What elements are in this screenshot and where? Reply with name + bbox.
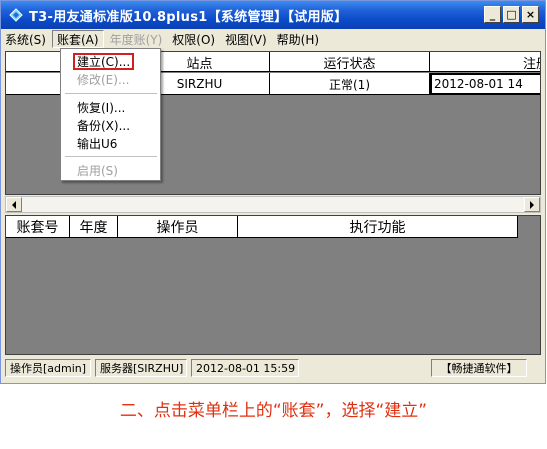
main-window: T3-用友通标准版10.8plus1【系统管理】【试用版】 _ □ × 系统(S… <box>0 0 546 384</box>
column-header-account-no[interactable]: 账套号 <box>6 216 70 238</box>
title-bar[interactable]: T3-用友通标准版10.8plus1【系统管理】【试用版】 _ □ × <box>1 1 545 29</box>
menu-separator <box>65 156 157 157</box>
maximize-button[interactable]: □ <box>503 6 520 23</box>
column-header-year[interactable]: 年度 <box>70 216 118 238</box>
menu-help[interactable]: 帮助(H) <box>273 30 323 48</box>
horizontal-scrollbar[interactable] <box>5 196 541 213</box>
status-operator: 操作员[admin] <box>5 359 91 377</box>
status-server: 服务器[SIRZHU] <box>95 359 187 377</box>
instruction-caption: 二、点击菜单栏上的“账套”，选择“建立” <box>119 401 428 421</box>
column-header-status[interactable]: 运行状态 <box>270 52 430 72</box>
menu-bar: 系统(S) 账套(A) 年度账(Y) 权限(O) 视图(V) 帮助(H) <box>1 29 545 49</box>
scroll-right-arrow-icon[interactable] <box>524 197 540 212</box>
menu-item-restore[interactable]: 恢复(I)... <box>77 99 125 116</box>
scroll-left-arrow-icon[interactable] <box>6 197 22 212</box>
window-title: T3-用友通标准版10.8plus1【系统管理】【试用版】 <box>29 9 348 25</box>
table-cell-login-time[interactable]: 2012-08-01 14 <box>430 73 540 95</box>
status-bar: 操作员[admin] 服务器[SIRZHU] 2012-08-01 15:59 … <box>5 359 543 379</box>
menu-separator <box>65 93 157 94</box>
menu-permission[interactable]: 权限(O) <box>168 30 219 48</box>
menu-item-backup[interactable]: 备份(X)... <box>77 117 130 134</box>
column-header-operator[interactable]: 操作员 <box>118 216 238 238</box>
status-datetime: 2012-08-01 15:59 <box>191 359 299 377</box>
scroll-track[interactable] <box>22 197 524 212</box>
menu-item-export-u6[interactable]: 输出U6 <box>77 135 117 152</box>
account-set-dropdown-menu: 建立(C)... 修改(E)... 恢复(I)... 备份(X)... 输出U6… <box>60 48 161 181</box>
status-brand: 【畅捷通软件】 <box>431 359 527 377</box>
menu-view[interactable]: 视图(V) <box>221 30 271 48</box>
menu-annual-account[interactable]: 年度账(Y) <box>106 30 167 48</box>
window-controls: _ □ × <box>484 6 539 23</box>
running-tasks-grid[interactable]: 账套号 年度 操作员 执行功能 <box>5 215 541 355</box>
column-header-function[interactable]: 执行功能 <box>238 216 518 238</box>
menu-item-create[interactable]: 建立(C)... <box>73 53 135 70</box>
menu-account-set[interactable]: 账套(A) <box>51 30 104 48</box>
table-cell-status: 正常(1) <box>270 73 430 95</box>
menu-item-enable[interactable]: 启用(S) <box>77 162 118 179</box>
column-header-login-time[interactable]: 注册时间 <box>430 52 540 72</box>
close-button[interactable]: × <box>522 6 539 23</box>
minimize-button[interactable]: _ <box>484 6 501 23</box>
app-logo-icon <box>9 8 23 22</box>
menu-system[interactable]: 系统(S) <box>1 30 50 48</box>
grid-header-tasks: 账套号 年度 操作员 执行功能 <box>6 216 518 238</box>
menu-item-modify[interactable]: 修改(E)... <box>77 71 129 88</box>
